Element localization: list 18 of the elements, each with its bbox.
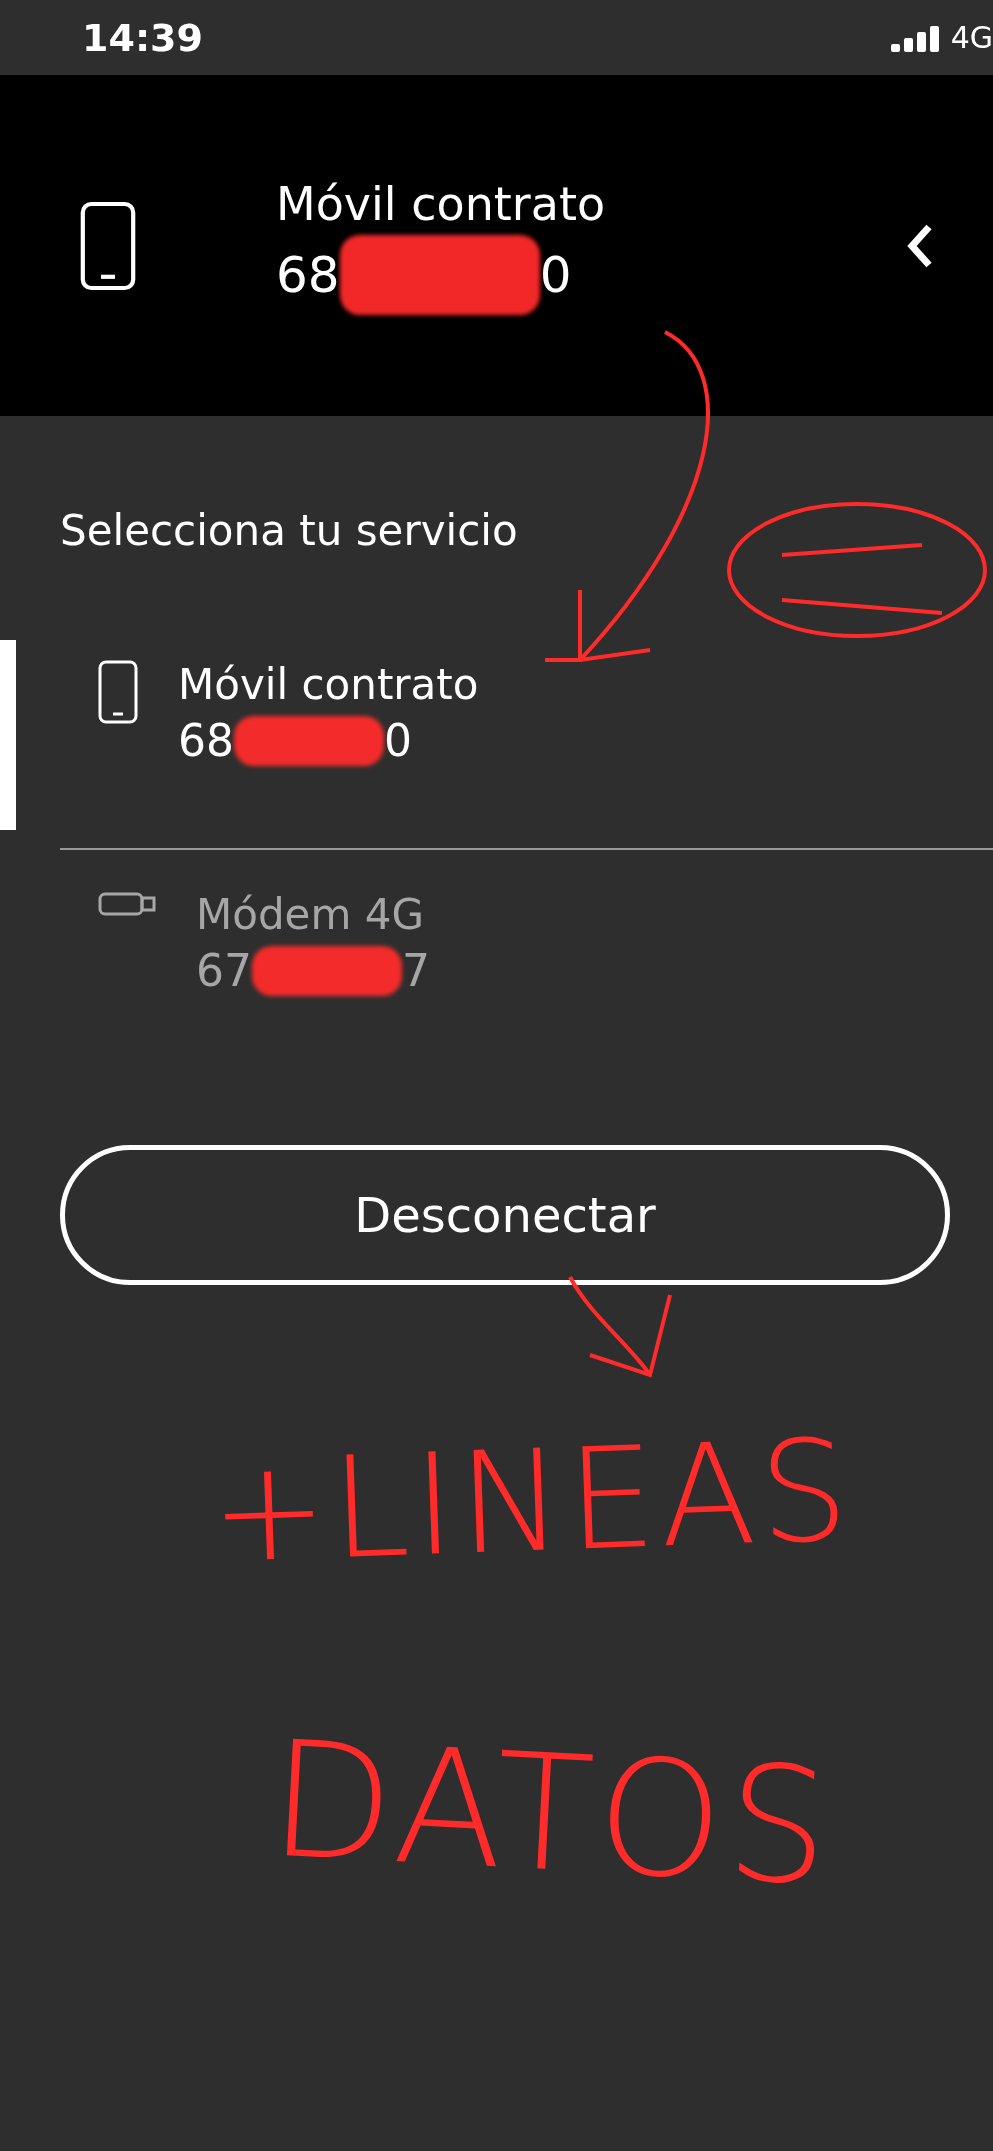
handwritten-note: DATOS <box>265 1705 838 1922</box>
phone-number: 68 0 <box>178 715 413 766</box>
phone-icon <box>80 200 136 291</box>
section-title: Selecciona tu servicio <box>60 506 518 555</box>
network-label: 4G <box>950 20 993 55</box>
phone-icon <box>98 660 138 724</box>
status-time: 14:39 <box>82 15 203 60</box>
service-name: Módem 4G <box>196 890 425 939</box>
disconnect-button[interactable]: Desconectar <box>60 1145 950 1285</box>
service-item[interactable]: Móvil contrato 68 0 <box>0 640 993 830</box>
chevron-left-icon[interactable] <box>907 222 933 269</box>
phone-number: 68 0 <box>276 234 907 315</box>
header-title: Móvil contrato <box>276 176 607 231</box>
service-item[interactable]: Módem 4G 67 7 <box>0 850 993 1040</box>
handwritten-note: +LINEAS <box>207 1408 856 1595</box>
phone-number: 67 7 <box>196 945 430 996</box>
service-name: Móvil contrato <box>178 660 479 709</box>
usb-stick-icon <box>98 890 156 918</box>
